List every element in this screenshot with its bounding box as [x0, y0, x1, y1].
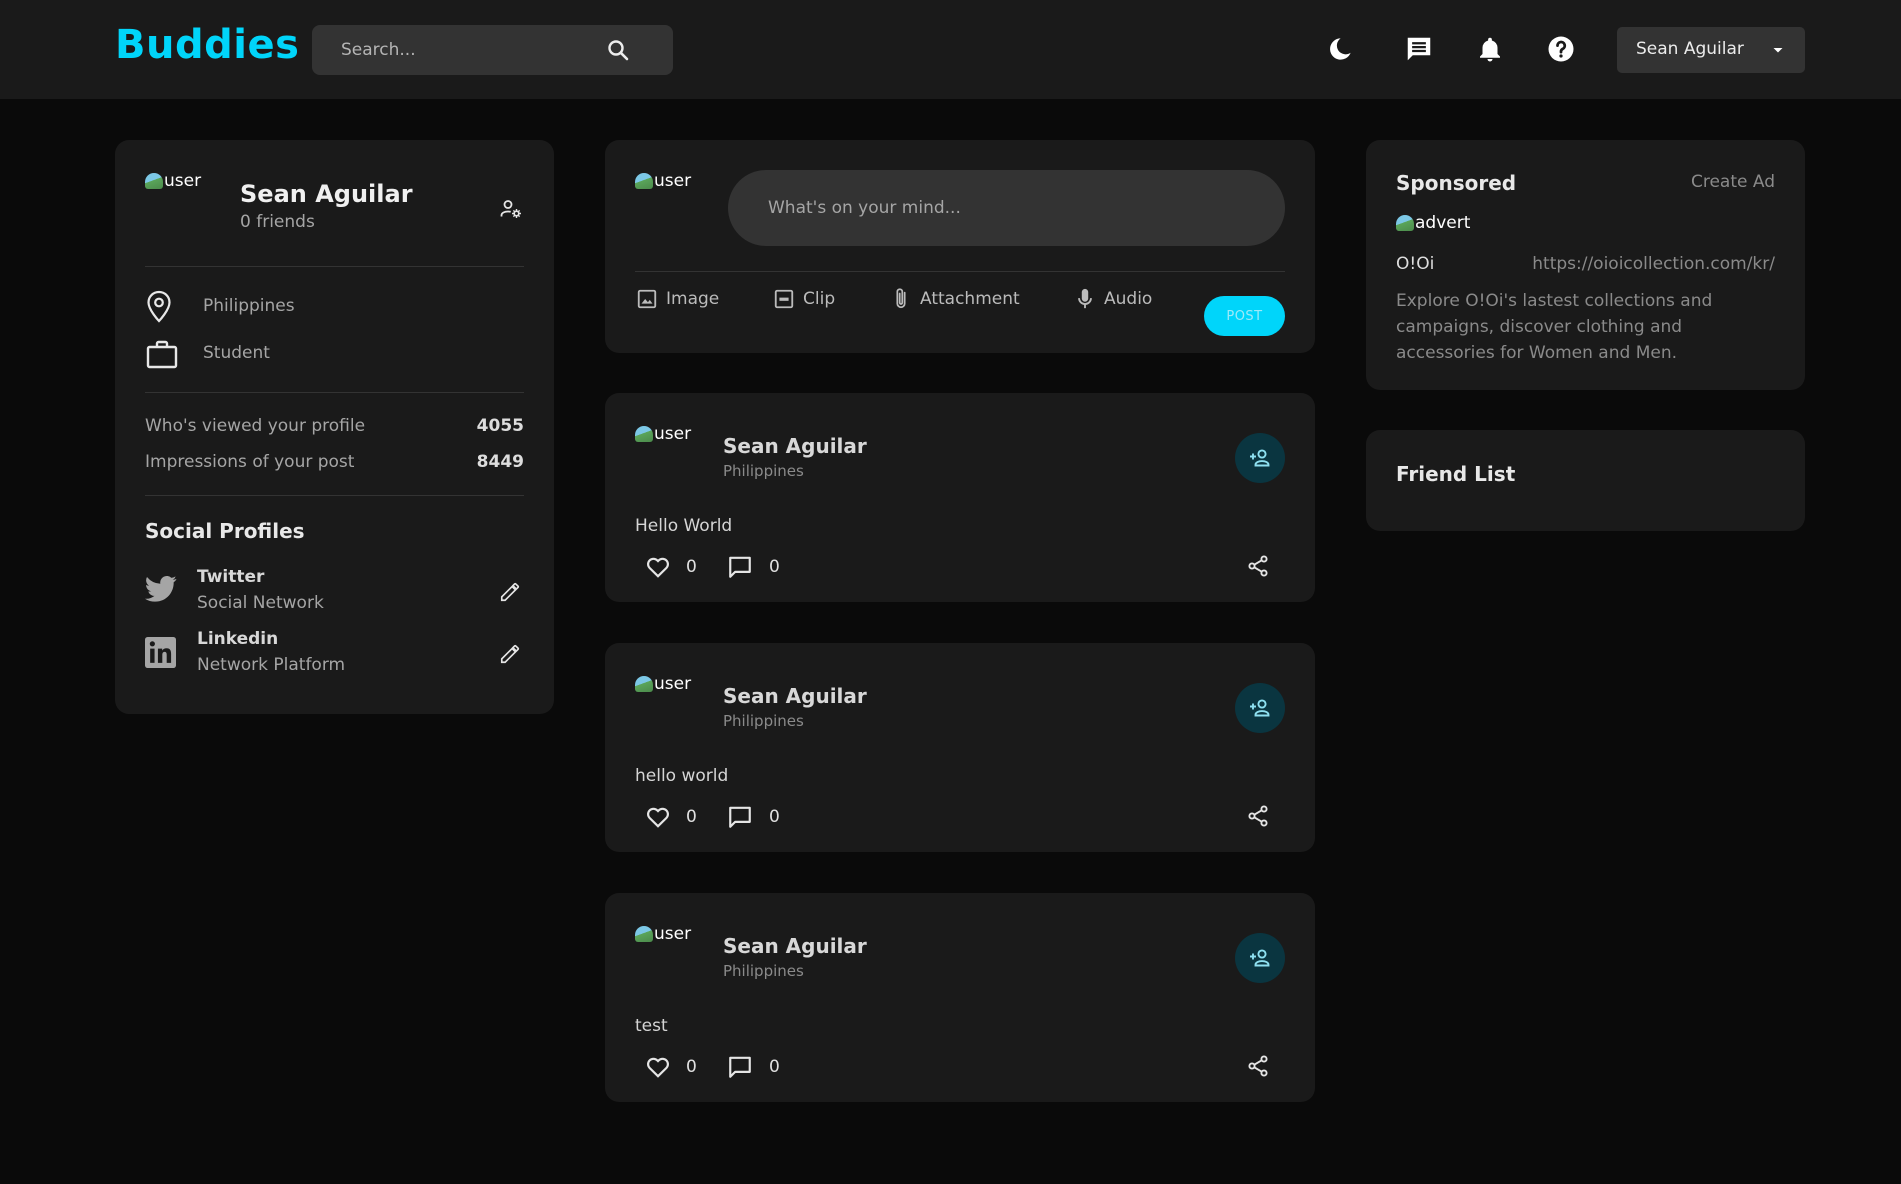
stat-label: Impressions of your post	[145, 452, 355, 472]
share-icon[interactable]	[1246, 554, 1270, 578]
avatar: user	[635, 171, 691, 191]
help-icon[interactable]	[1546, 34, 1576, 64]
like-count: 0	[686, 557, 697, 577]
comment-icon[interactable]	[727, 554, 753, 580]
image-icon	[637, 289, 657, 309]
post-author-name[interactable]: Sean Aguilar	[723, 434, 867, 458]
share-icon[interactable]	[1246, 1054, 1270, 1078]
post-author-location: Philippines	[723, 712, 804, 730]
top-navbar: Buddies Sean Aguilar	[0, 0, 1901, 99]
divider	[145, 266, 524, 267]
post-card: user Sean Aguilar Philippines hello worl…	[605, 643, 1315, 852]
add-friend-button[interactable]	[1235, 683, 1285, 733]
divider	[145, 392, 524, 393]
attach-label: Audio	[1104, 289, 1153, 309]
profile-card: user Sean Aguilar 0 friends Philippines …	[115, 140, 554, 714]
comment-icon[interactable]	[727, 1054, 753, 1080]
moon-icon[interactable]	[1325, 34, 1355, 64]
ad-url-link[interactable]: https://oioicollection.com/kr/	[1532, 254, 1775, 274]
location-text: Philippines	[203, 296, 295, 316]
brand-logo[interactable]: Buddies	[115, 22, 299, 68]
manage-account-icon[interactable]	[499, 197, 523, 221]
stat-label: Who's viewed your profile	[145, 416, 366, 436]
post-author-name[interactable]: Sean Aguilar	[723, 934, 867, 958]
stat-value: 8449	[476, 452, 524, 472]
avatar: user	[635, 924, 691, 944]
occupation-text: Student	[203, 343, 270, 363]
sponsored-card: Sponsored Create Ad advert O!Oi https://…	[1366, 140, 1805, 390]
post-text: hello world	[635, 766, 729, 786]
post-composer: user Image Clip Attachment Audio POST	[605, 140, 1315, 353]
heart-icon[interactable]	[645, 804, 671, 830]
user-menu-label: Sean Aguilar	[1636, 39, 1744, 59]
post-input[interactable]	[728, 170, 1285, 246]
user-menu-dropdown[interactable]: Sean Aguilar	[1617, 27, 1805, 73]
attach-label: Clip	[803, 289, 836, 309]
gif-icon	[774, 289, 794, 309]
search-icon[interactable]	[606, 38, 630, 62]
friend-list-card: Friend List	[1366, 430, 1805, 531]
search-input[interactable]	[341, 25, 611, 75]
ad-description: Explore O!Oi's lastest collections and c…	[1396, 291, 1713, 363]
message-icon[interactable]	[1404, 34, 1434, 64]
edit-icon[interactable]	[499, 581, 521, 603]
ad-name: O!Oi	[1396, 254, 1435, 274]
add-friend-button[interactable]	[1235, 933, 1285, 983]
sponsored-title: Sponsored	[1396, 171, 1517, 195]
avatar: user	[635, 674, 691, 694]
edit-icon[interactable]	[499, 643, 521, 665]
post-button[interactable]: POST	[1204, 296, 1285, 336]
post-text: Hello World	[635, 516, 733, 536]
post-author-location: Philippines	[723, 962, 804, 980]
caret-down-icon	[1773, 48, 1783, 53]
post-card: user Sean Aguilar Philippines test 0 0	[605, 893, 1315, 1102]
create-ad-link[interactable]: Create Ad	[1691, 172, 1775, 192]
stat-value: 4055	[476, 416, 524, 436]
avatar: user	[145, 171, 201, 191]
briefcase-icon	[146, 340, 178, 369]
post-card: user Sean Aguilar Philippines Hello Worl…	[605, 393, 1315, 602]
comment-count: 0	[769, 1057, 780, 1077]
comment-count: 0	[769, 557, 780, 577]
social-name: Twitter	[197, 567, 265, 587]
share-icon[interactable]	[1246, 804, 1270, 828]
add-friend-icon	[1250, 949, 1270, 967]
add-friend-icon	[1250, 699, 1270, 717]
comment-icon[interactable]	[727, 804, 753, 830]
profile-name[interactable]: Sean Aguilar	[240, 180, 413, 208]
social-profiles-title: Social Profiles	[145, 519, 305, 543]
file-attach-button[interactable]: Attachment	[890, 285, 1020, 313]
advert-image[interactable]: advert	[1396, 213, 1470, 233]
attach-label: Image	[666, 289, 720, 309]
like-count: 0	[686, 807, 697, 827]
post-text: test	[635, 1016, 668, 1036]
friend-list-title: Friend List	[1396, 462, 1516, 486]
post-author-name[interactable]: Sean Aguilar	[723, 684, 867, 708]
social-sub: Network Platform	[197, 655, 346, 675]
divider	[145, 495, 524, 496]
audio-attach-button[interactable]: Audio	[1074, 285, 1152, 313]
social-name: Linkedin	[197, 629, 279, 649]
add-friend-button[interactable]	[1235, 433, 1285, 483]
comment-count: 0	[769, 807, 780, 827]
friends-count: 0 friends	[240, 212, 315, 232]
social-sub: Social Network	[197, 593, 324, 613]
image-attach-button[interactable]: Image	[636, 285, 719, 313]
divider	[635, 271, 1285, 272]
bell-icon[interactable]	[1475, 34, 1505, 64]
linkedin-icon	[145, 637, 176, 668]
location-icon	[147, 290, 171, 323]
attach-label: Attachment	[920, 289, 1020, 309]
microphone-icon	[1078, 288, 1092, 309]
avatar: user	[635, 424, 691, 444]
post-author-location: Philippines	[723, 462, 804, 480]
twitter-icon	[145, 575, 177, 602]
paperclip-icon	[896, 288, 906, 309]
like-count: 0	[686, 1057, 697, 1077]
clip-attach-button[interactable]: Clip	[773, 285, 835, 313]
heart-icon[interactable]	[645, 1054, 671, 1080]
heart-icon[interactable]	[645, 554, 671, 580]
add-friend-icon	[1250, 449, 1270, 467]
